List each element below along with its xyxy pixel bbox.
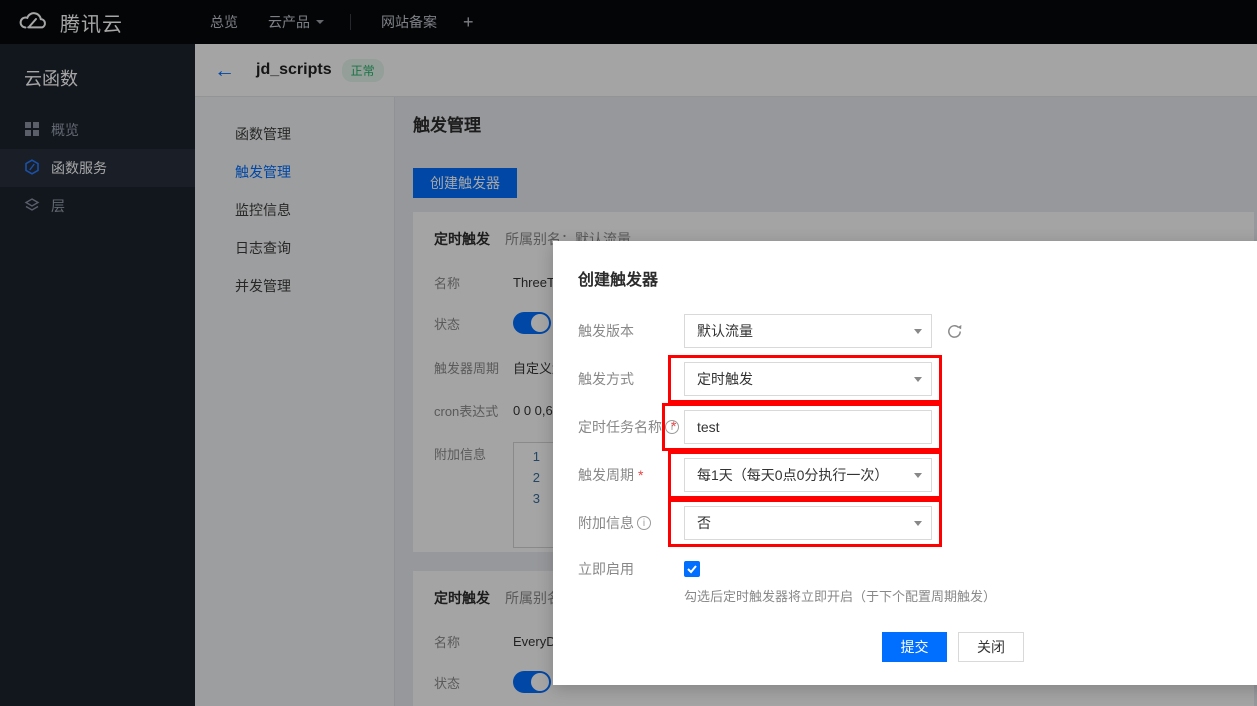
extra-info-select[interactable]: 否 [684,506,932,540]
trigger-version-select[interactable]: 默认流量 [684,314,932,348]
chevron-down-icon [914,473,922,478]
check-icon [686,563,698,575]
trigger-period-select[interactable]: 每1天（每天0点0分执行一次） [684,458,932,492]
required-asterisk: * [638,467,643,483]
field-label: 附加信息 i [578,513,684,533]
chevron-down-icon [914,521,922,526]
chevron-down-icon [914,329,922,334]
close-button[interactable]: 关闭 [958,632,1024,662]
field-label: 触发版本 [578,321,684,341]
refresh-icon[interactable] [946,323,963,340]
field-label: 立即启用 [578,559,684,579]
info-icon[interactable]: i [637,516,651,530]
field-label: 定时任务名称 i [578,417,684,437]
create-trigger-modal: 创建触发器 触发版本 默认流量 触发方式 定时触发 定时任务名称 i * [553,241,1257,685]
field-label: 触发方式 [578,369,684,389]
task-name-input[interactable] [684,410,932,444]
enable-checkbox-checked[interactable] [684,561,700,577]
required-asterisk: * [671,418,676,434]
modal-title: 创建触发器 [578,266,1257,288]
chevron-down-icon [914,377,922,382]
field-label: 触发周期 * [578,465,684,485]
trigger-method-select[interactable]: 定时触发 [684,362,932,396]
submit-button[interactable]: 提交 [882,632,947,662]
enable-hint: 勾选后定时触发器将立即开启（于下个配置周期触发） [578,586,1257,604]
